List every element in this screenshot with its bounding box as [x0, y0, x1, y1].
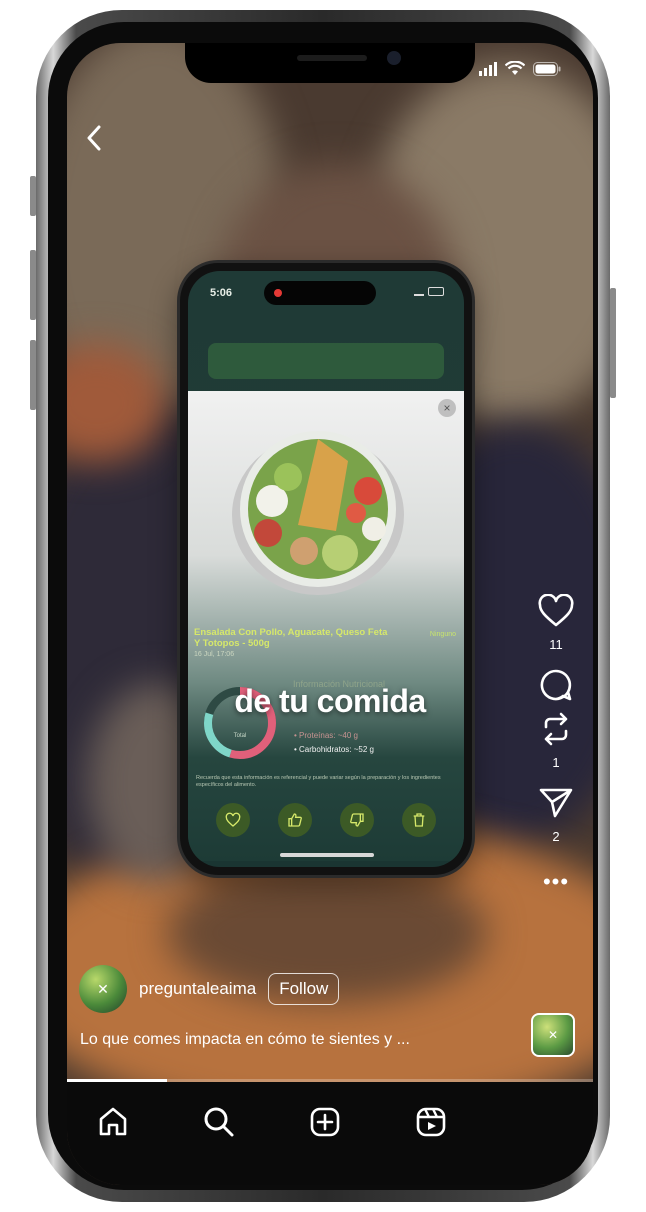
status-bar — [479, 61, 561, 76]
bottom-navigation — [67, 1082, 593, 1185]
create-icon — [310, 1107, 340, 1137]
repost-button[interactable] — [536, 709, 576, 749]
back-button[interactable] — [79, 121, 113, 155]
share-count: 2 — [552, 829, 560, 844]
mockup-dynamic-island — [264, 281, 376, 305]
mockup-header-bar — [208, 343, 444, 379]
thumbs-down-icon — [350, 813, 364, 827]
more-options-button[interactable]: ••• — [543, 871, 569, 893]
mockup-status-icons — [414, 287, 444, 296]
like-button[interactable] — [536, 591, 576, 631]
phone-screen: 5:06 × Ensalada Con Pollo, Aguacate, Que… — [67, 43, 593, 1185]
favorite-action — [216, 803, 250, 837]
comment-button[interactable] — [536, 665, 576, 705]
side-button — [30, 176, 36, 216]
card-action-row — [216, 803, 436, 837]
heart-icon — [225, 812, 241, 827]
volume-down-button — [30, 340, 36, 410]
like-action — [278, 803, 312, 837]
front-camera — [387, 51, 401, 65]
comment-icon — [540, 669, 572, 701]
more-icon: ••• — [542, 869, 570, 894]
speaker-grille — [297, 55, 367, 61]
video-phone-mockup: 5:06 × Ensalada Con Pollo, Aguacate, Que… — [180, 263, 472, 875]
author-row: ✕ preguntaleaima Follow — [79, 965, 340, 1013]
avatar[interactable]: ✕ — [79, 965, 127, 1013]
macro-protein: • Proteínas: ~40 g — [294, 731, 358, 740]
reels-icon — [416, 1107, 446, 1137]
home-icon — [99, 1107, 127, 1136]
action-rail: 11 1 2 ••• — [527, 591, 585, 893]
thumbs-up-icon — [288, 813, 302, 827]
mockup-home-indicator — [280, 853, 374, 857]
chevron-left-icon — [87, 125, 101, 151]
battery-icon — [533, 61, 561, 76]
wifi-icon — [505, 61, 525, 75]
dislike-action — [340, 803, 374, 837]
food-date: 16 Jul, 17:06 — [194, 651, 235, 658]
video-caption-overlay: de tu comida — [234, 683, 426, 719]
send-icon — [539, 788, 573, 818]
nav-search[interactable] — [199, 1102, 239, 1142]
donut-label: Total — [234, 733, 247, 739]
volume-up-button — [30, 250, 36, 320]
nav-home[interactable] — [93, 1102, 133, 1142]
repost-count: 1 — [552, 755, 560, 770]
heart-icon — [538, 594, 574, 627]
notch — [185, 43, 475, 83]
cellular-signal-icon — [479, 61, 497, 76]
fork-knife-icon: ✕ — [547, 1028, 559, 1042]
food-title: Ensalada Con Pollo, Aguacate, Queso Feta… — [194, 627, 388, 649]
macro-carbs: • Carbohidratos: ~52 g — [294, 745, 374, 754]
close-icon: × — [438, 399, 456, 417]
salad-bowl-image — [232, 431, 404, 595]
mockup-time: 5:06 — [210, 287, 233, 299]
audio-thumbnail[interactable]: ✕ — [531, 1013, 575, 1057]
fork-knife-icon: ✕ — [97, 980, 109, 997]
repost-icon — [544, 712, 568, 746]
food-analysis-card: × Ensalada Con Pollo, Aguacate, Queso Fe… — [188, 391, 464, 861]
share-button[interactable] — [536, 783, 576, 823]
like-count: 11 — [549, 637, 563, 652]
username[interactable]: preguntaleaima — [139, 979, 256, 999]
search-icon — [204, 1107, 234, 1137]
nav-reels[interactable] — [411, 1102, 451, 1142]
mockup-screen: 5:06 × Ensalada Con Pollo, Aguacate, Que… — [188, 271, 464, 867]
nutrition-disclaimer: Recuerda que esta información es referen… — [196, 775, 441, 788]
follow-button[interactable]: Follow — [268, 973, 340, 1005]
trash-icon — [413, 813, 425, 827]
power-button — [610, 288, 616, 398]
nav-create[interactable] — [305, 1102, 345, 1142]
food-tag: Ninguno — [429, 631, 456, 638]
delete-action — [402, 803, 436, 837]
post-caption[interactable]: Lo que comes impacta en cómo te sientes … — [80, 1031, 410, 1049]
